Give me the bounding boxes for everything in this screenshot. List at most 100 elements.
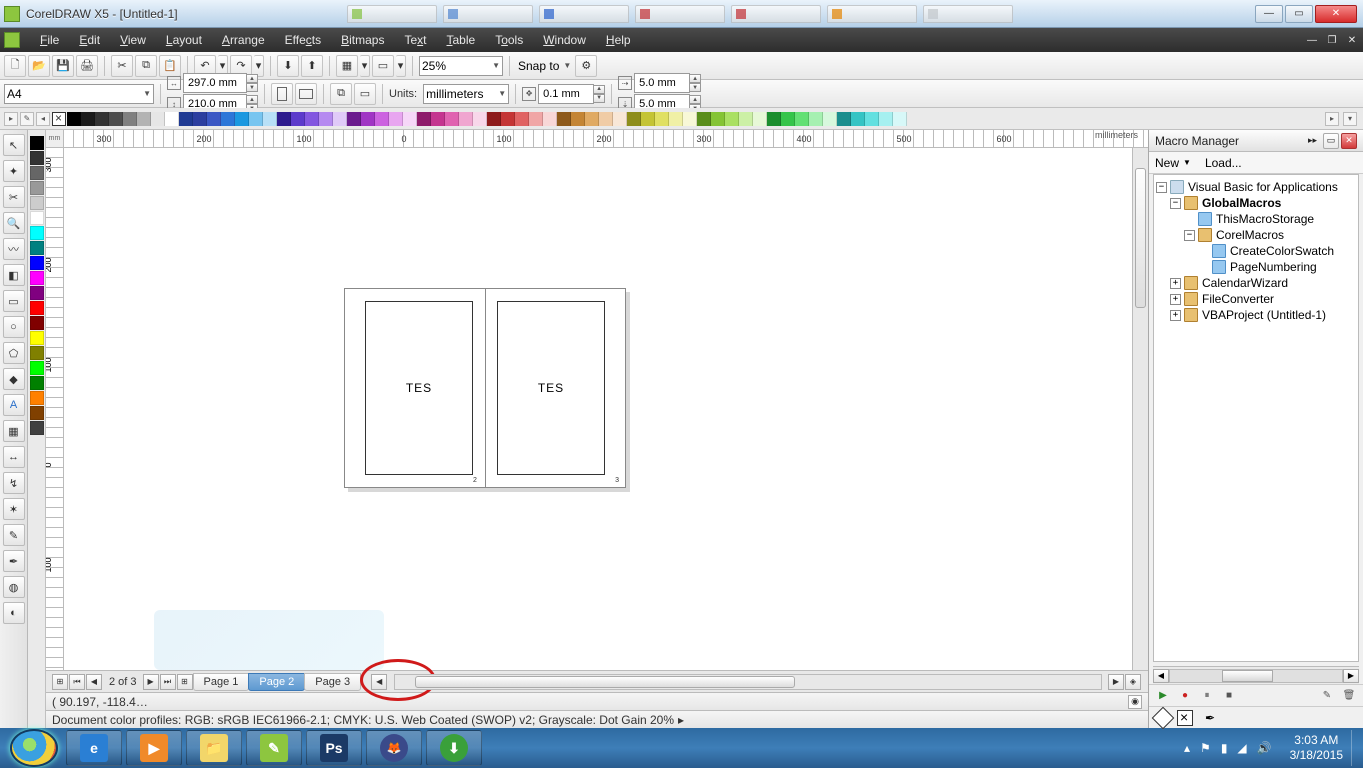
dup-x-spinner[interactable]: ▲▼: [689, 74, 701, 92]
color-swatch[interactable]: [627, 112, 641, 126]
color-swatch[interactable]: [207, 112, 221, 126]
doc-color-swatch[interactable]: [30, 346, 44, 360]
doc-color-swatch[interactable]: [30, 316, 44, 330]
color-swatch[interactable]: [123, 112, 137, 126]
tree-expander[interactable]: +: [1170, 278, 1181, 289]
menu-table[interactable]: Table: [437, 30, 486, 50]
tree-fileconv-label[interactable]: FileConverter: [1202, 292, 1274, 306]
page-tab[interactable]: Page 1: [193, 673, 250, 691]
color-swatch[interactable]: [221, 112, 235, 126]
taskbar-media[interactable]: ▶: [126, 730, 182, 766]
vertical-ruler[interactable]: 3002001000100: [46, 148, 64, 670]
tree-expander[interactable]: −: [1184, 230, 1195, 241]
color-swatch[interactable]: [347, 112, 361, 126]
add-page-after-button[interactable]: ⊞: [177, 674, 193, 690]
nudge-input[interactable]: [538, 84, 594, 104]
palette-scroll-left[interactable]: ◂: [36, 112, 50, 126]
units-select[interactable]: millimeters ▼: [423, 84, 509, 104]
copy-button[interactable]: ⧉: [135, 55, 157, 77]
menu-edit[interactable]: Edit: [69, 30, 110, 50]
shape-tool[interactable]: ✦: [3, 160, 25, 182]
color-swatch[interactable]: [333, 112, 347, 126]
menu-window[interactable]: Window: [533, 30, 596, 50]
color-swatch[interactable]: [137, 112, 151, 126]
doc-color-swatch[interactable]: [30, 211, 44, 225]
polygon-tool[interactable]: ⬠: [3, 342, 25, 364]
fill-tool[interactable]: ◍: [3, 576, 25, 598]
doc-color-swatch[interactable]: [30, 196, 44, 210]
doc-minimize-button[interactable]: —: [1305, 33, 1319, 47]
taskbar-clock[interactable]: 3:03 AM 3/18/2015: [1282, 733, 1351, 763]
color-swatch[interactable]: [557, 112, 571, 126]
tree-corel-label[interactable]: CorelMacros: [1216, 228, 1284, 242]
basic-shapes-tool[interactable]: ◆: [3, 368, 25, 390]
no-color-swatch[interactable]: [52, 112, 66, 126]
color-swatch[interactable]: [459, 112, 473, 126]
tree-vbaproj-label[interactable]: VBAProject (Untitled-1): [1202, 308, 1326, 322]
macro-record-button[interactable]: ●: [1177, 688, 1193, 704]
color-swatch[interactable]: [417, 112, 431, 126]
color-swatch[interactable]: [249, 112, 263, 126]
palette-eyedropper-icon[interactable]: ✎: [20, 112, 34, 126]
view-navigator-button[interactable]: ◈: [1125, 674, 1141, 690]
color-swatch[interactable]: [655, 112, 669, 126]
print-button[interactable]: 🖨: [76, 55, 98, 77]
options-button[interactable]: ⚙: [575, 55, 597, 77]
first-page-button[interactable]: ⏮: [69, 674, 85, 690]
tray-battery-icon[interactable]: ▮: [1221, 741, 1228, 755]
color-swatch[interactable]: [151, 112, 165, 126]
color-swatch[interactable]: [193, 112, 207, 126]
welcome-button[interactable]: ▭: [372, 55, 394, 77]
tree-pagenum-label[interactable]: PageNumbering: [1230, 260, 1317, 274]
tree-calendar-label[interactable]: CalendarWizard: [1202, 276, 1288, 290]
color-swatch[interactable]: [641, 112, 655, 126]
tray-action-center-icon[interactable]: ⚑: [1200, 741, 1211, 755]
color-swatch[interactable]: [165, 112, 179, 126]
menu-view[interactable]: View: [110, 30, 156, 50]
taskbar-explorer[interactable]: 📁: [186, 730, 242, 766]
menu-help[interactable]: Help: [596, 30, 641, 50]
page-tab[interactable]: Page 2: [248, 673, 305, 691]
doc-color-swatch[interactable]: [30, 421, 44, 435]
menu-layout[interactable]: Layout: [156, 30, 212, 50]
outline-pen-icon[interactable]: ✒: [1205, 711, 1215, 725]
dimension-tool[interactable]: ↔: [3, 446, 25, 468]
tree-expander[interactable]: +: [1170, 310, 1181, 321]
fill-swatch[interactable]: [1152, 706, 1175, 729]
color-swatch[interactable]: [725, 112, 739, 126]
all-pages-button[interactable]: ⧉: [330, 83, 352, 105]
doc-color-swatch[interactable]: [30, 301, 44, 315]
prev-page-button[interactable]: ◀: [86, 674, 102, 690]
doc-color-swatch[interactable]: [30, 286, 44, 300]
add-page-before-button[interactable]: ⊞: [52, 674, 68, 690]
interactive-tool[interactable]: ✶: [3, 498, 25, 520]
color-swatch[interactable]: [809, 112, 823, 126]
menu-effects[interactable]: Effects: [275, 30, 331, 50]
dup-x-input[interactable]: [634, 73, 690, 93]
menu-file[interactable]: File: [30, 30, 69, 50]
palette-expand[interactable]: ▾: [1343, 112, 1357, 126]
macro-stop-button[interactable]: ■: [1221, 688, 1237, 704]
tree-swatch-label[interactable]: CreateColorSwatch: [1230, 244, 1334, 258]
drawing-canvas[interactable]: TES TES 2 3: [64, 148, 1148, 670]
tray-overflow-icon[interactable]: ▴: [1184, 741, 1190, 755]
docker-expand-icon[interactable]: ▸▸: [1308, 135, 1317, 146]
doc-color-swatch[interactable]: [30, 376, 44, 390]
doc-color-swatch[interactable]: [30, 361, 44, 375]
docker-collapse-button[interactable]: ▭: [1323, 133, 1339, 149]
color-swatch[interactable]: [879, 112, 893, 126]
color-swatch[interactable]: [95, 112, 109, 126]
color-swatch[interactable]: [403, 112, 417, 126]
doc-color-swatch[interactable]: [30, 271, 44, 285]
doc-color-swatch[interactable]: [30, 256, 44, 270]
portrait-button[interactable]: [271, 83, 293, 105]
table-tool[interactable]: ▦: [3, 420, 25, 442]
show-desktop-button[interactable]: [1351, 730, 1361, 766]
color-swatch[interactable]: [109, 112, 123, 126]
last-page-button[interactable]: ⏭: [160, 674, 176, 690]
docker-close-button[interactable]: ✕: [1341, 133, 1357, 149]
taskbar-ie[interactable]: e: [66, 730, 122, 766]
hscroll-left[interactable]: ◀: [371, 674, 387, 690]
nudge-spinner[interactable]: ▲▼: [593, 85, 605, 103]
current-page-button[interactable]: ▭: [354, 83, 376, 105]
